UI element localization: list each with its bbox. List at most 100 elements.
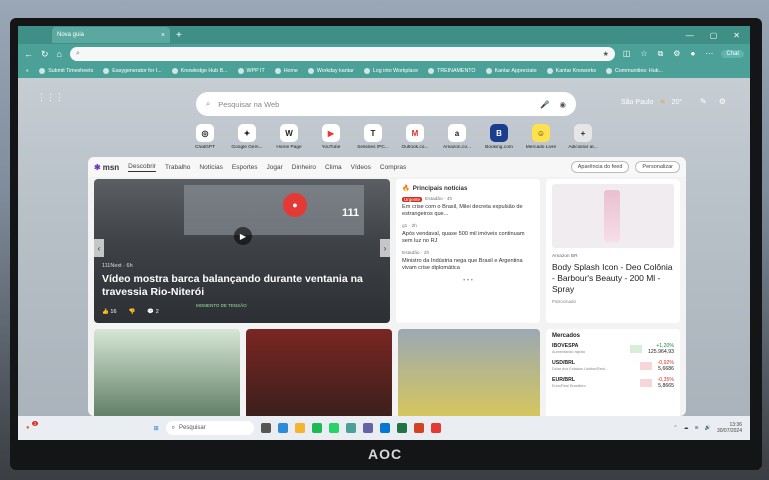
tab-close-icon[interactable]: × [161,32,165,39]
nav-jogar[interactable]: Jogar [267,164,283,171]
copilot-icon[interactable]: ◉ [559,100,566,109]
excel-icon[interactable] [396,423,407,433]
market-row[interactable]: EUR/BRL Euro/Real Brasileiro -0,35% 5,8665 [552,377,674,389]
news-item[interactable]: Urgente Estadão · 4h Em crise com o Brasi… [402,197,534,218]
dislike-icon[interactable]: 👎 [129,309,136,315]
favorites-icon[interactable]: ☆ [640,49,647,59]
nav-esportes[interactable]: Esportes [232,164,258,171]
tab-new[interactable]: Nova guia × [52,27,170,43]
nav-descobrir[interactable]: Descobrir [128,163,156,172]
cloud-icon[interactable]: ☁ [684,425,689,431]
news-card-image[interactable] [398,329,540,416]
nav-dinheiro[interactable]: Dinheiro [292,164,316,171]
browser-icon[interactable] [345,423,356,433]
volume-icon[interactable]: 🔊 [705,425,711,431]
microphone-icon[interactable]: 🎤 [540,100,549,109]
nav-videos[interactable]: Vídeos [351,164,371,171]
feed-appearance-button[interactable]: Aparência do feed [570,161,630,173]
favorite-link[interactable]: Kantar Appreciate [485,68,537,74]
sponsored-ad-card[interactable]: Amazon BR Body Splash Icon - Deo Colônia… [546,179,680,323]
quick-link-homepage[interactable]: W Home Page [272,124,306,150]
nav-compras[interactable]: Compras [380,164,406,171]
favorite-link[interactable]: Communities: Hub... [606,68,663,74]
file-explorer-icon[interactable] [294,423,305,433]
quick-link-outlook[interactable]: M Outlook.co... [398,124,432,150]
market-row[interactable]: IBOVESPA Aumentando rápido +1,20% 125.964,… [552,343,674,355]
weather-widget[interactable]: São Paulo ☀ 20° [621,98,682,107]
favorite-link[interactable]: WPP IT [237,68,265,74]
comments-button[interactable]: 💬 2 [147,309,158,315]
minimize-icon[interactable]: — [686,31,694,40]
task-view-icon[interactable] [260,423,271,433]
favorite-star-icon[interactable]: ★ [603,50,609,58]
favorite-link[interactable]: Knowledge Hub B... [171,68,228,74]
ad-title[interactable]: Body Splash Icon - Deo Colônia - Barbour… [552,262,674,295]
widgets-icon[interactable]: ● 2 [26,421,39,431]
edit-icon[interactable]: ✎ [700,97,707,106]
quick-link-amazon[interactable]: a Amazon.co... [440,124,474,150]
quick-link-chatgpt[interactable]: ◎ ChatGPT [188,124,222,150]
collections-icon[interactable]: ⧉ [658,49,664,59]
start-icon[interactable]: ⊞ [154,425,159,432]
home-icon[interactable]: ⌂ [57,49,62,59]
address-bar[interactable]: ⌕ ★ [69,47,615,61]
teams-icon[interactable] [362,423,373,433]
new-tab-button[interactable]: + [176,30,182,41]
more-menu-icon[interactable]: ⋯ [705,49,713,59]
prev-arrow-icon[interactable]: ‹ [94,239,104,257]
nav-clima[interactable]: Clima [325,164,342,171]
notification-badge: 2 [32,421,39,426]
favorite-link[interactable]: Home [274,68,298,74]
whatsapp-icon[interactable] [328,423,339,433]
app-icon[interactable] [430,423,441,433]
quick-link-mercadolivre[interactable]: ☺ Mercado Livre [524,124,558,150]
hero-video-card[interactable]: ▶ ● 111 ‹ › 111Next · 6h Vídeo mostra ba… [94,179,390,323]
refresh-icon[interactable]: ↻ [41,49,49,60]
like-button[interactable]: 👍 16 [102,309,117,315]
quick-link-add[interactable]: + Adicionar at... [566,124,600,150]
news-card-image[interactable] [94,329,240,416]
favorite-link[interactable]: Workday kantar [307,68,354,74]
back-icon[interactable]: ← [24,49,33,59]
favorite-link[interactable]: Kantar Knoworks [546,68,596,74]
news-card-image[interactable] [246,329,392,416]
next-arrow-icon[interactable]: › [380,239,390,257]
pagination-dots[interactable]: • • • [402,278,534,284]
market-row[interactable]: USD/BRL Dólar dos Estados Unidos/Real... … [552,360,674,372]
quick-link-booking[interactable]: B Booking.com [482,124,516,150]
favorite-link[interactable]: Submit Timesheets [39,68,93,74]
outlook-icon[interactable] [379,423,390,433]
news-item[interactable]: g1 · 2h Após vendaval, quase 500 mil imó… [402,224,534,245]
hero-title[interactable]: Vídeo mostra barca balançando durante ve… [102,273,382,299]
split-screen-icon[interactable]: ◫ [623,49,631,59]
msn-logo[interactable]: ✱ msn [94,163,119,172]
personalize-button[interactable]: Personalizar [635,161,680,173]
favorite-link[interactable]: TREINAMENTO [428,68,476,74]
close-window-icon[interactable]: ✕ [733,31,740,40]
chevron-up-icon[interactable]: ⌃ [673,425,677,431]
extensions-icon[interactable]: ⚙ [673,49,680,59]
powerpoint-icon[interactable] [413,423,424,433]
quick-link-youtube[interactable]: ▶ YouTube [314,124,348,150]
favorite-link[interactable]: Log into Workplace [363,68,418,74]
collapse-icon[interactable]: ◐ [26,68,29,74]
spotify-icon[interactable] [311,423,322,433]
nav-noticias[interactable]: Notícias [199,164,222,171]
play-icon[interactable]: ▶ [234,227,252,245]
settings-gear-icon[interactable]: ⚙ [719,97,726,106]
profile-avatar[interactable]: ● [690,49,695,59]
app-launcher-icon[interactable]: ⋮⋮⋮ [37,92,64,103]
taskbar-search[interactable]: ⌕ Pesquisar [165,421,254,435]
news-item[interactable]: Estadão · 2h Ministro da Indústria nega … [402,251,534,272]
wifi-icon[interactable]: ≋ [695,425,699,431]
clock[interactable]: 13:36 30/07/2024 [717,422,742,434]
chat-button[interactable]: Chat [721,50,744,58]
web-search-box[interactable]: ⌕ Pesquisar na Web 🎤 ◉ [196,92,576,116]
nav-trabalho[interactable]: Trabalho [165,164,190,171]
favorite-link[interactable]: Easygenerator for I... [103,68,162,74]
quick-link-gemini[interactable]: ✦ Google Gem... [230,124,264,150]
edge-icon[interactable] [277,423,288,433]
maximize-icon[interactable]: ▢ [710,31,718,40]
search-input[interactable]: Pesquisar na Web [218,100,279,109]
quick-link-sessoes[interactable]: T Sessões IPC... [356,124,390,150]
